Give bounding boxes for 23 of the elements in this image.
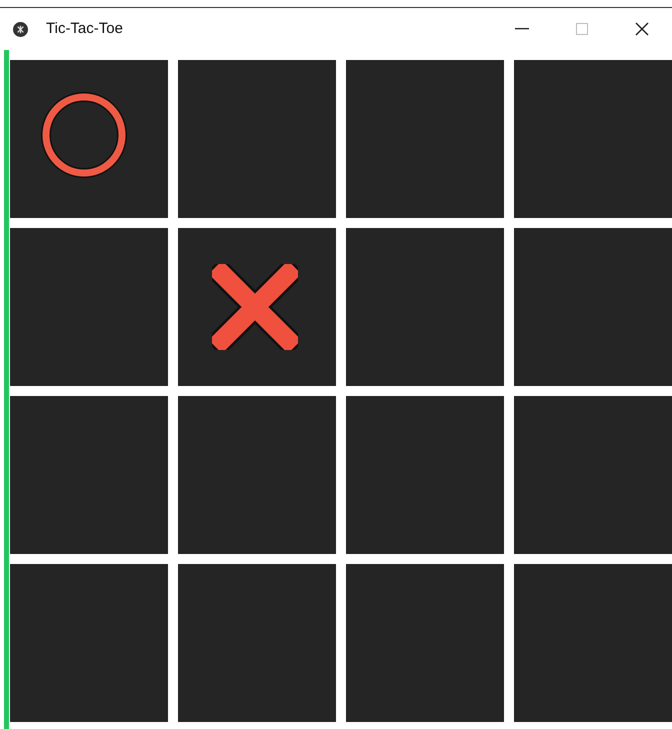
window-title: Tic-Tac-Toe [46,18,123,39]
board-cell[interactable] [346,564,504,722]
board-cell[interactable] [514,564,672,722]
board-cell[interactable] [178,396,336,554]
board-cell[interactable] [514,228,672,386]
app-icon [13,22,28,36]
board-cell[interactable] [10,396,168,554]
board-cell[interactable] [514,396,672,554]
board-cell[interactable] [346,228,504,386]
board-cell[interactable] [346,396,504,554]
board-cell[interactable] [178,60,336,218]
board-cell[interactable] [10,564,168,722]
board-cell[interactable] [10,60,168,218]
cross-icon [212,264,298,350]
board-cell[interactable] [514,60,672,218]
board-cell[interactable] [178,228,336,386]
minimize-icon [515,28,529,30]
board-cell[interactable] [10,228,168,386]
board-cell[interactable] [346,60,504,218]
close-icon [635,22,649,36]
ring-icon [41,92,127,178]
maximize-icon [576,23,588,35]
board-cell[interactable] [178,564,336,722]
